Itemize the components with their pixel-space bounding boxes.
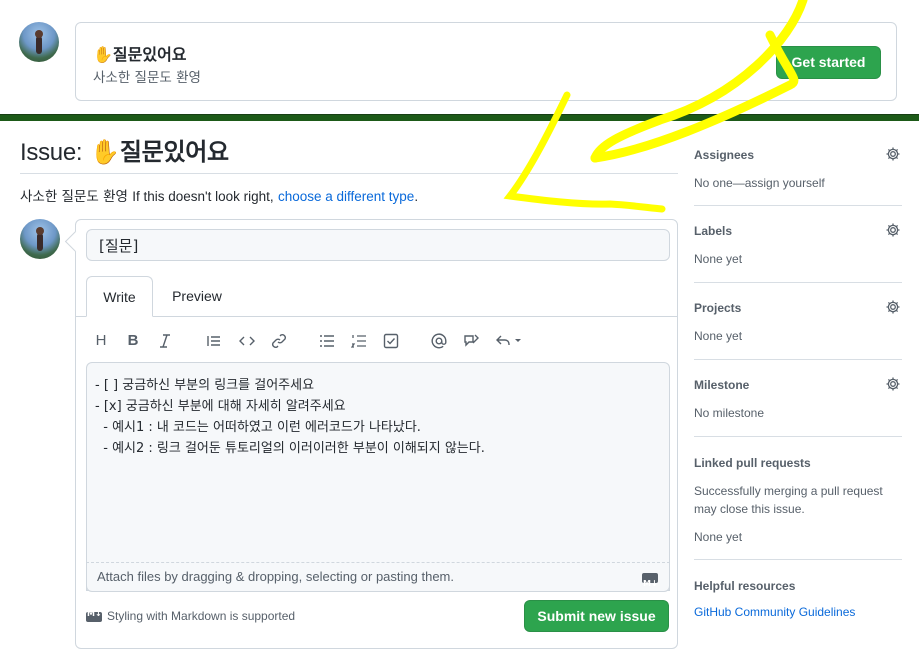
issue-body-textarea[interactable]: - [ ] 궁금하신 부분의 링크를 걸어주세요 - [x] 궁금하신 부분에 … (86, 362, 670, 591)
gear-icon[interactable] (885, 299, 901, 315)
linked-prs-desc-line: Successfully merging a pull request (694, 484, 883, 498)
period: . (414, 189, 419, 204)
sidebar-divider (694, 205, 902, 206)
user-avatar (19, 22, 59, 62)
milestone-heading: Milestone (694, 378, 750, 392)
numbered-list-icon[interactable] (349, 330, 369, 352)
sidebar-divider (694, 282, 902, 283)
body-line: - [ ] 궁금하신 부분의 링크를 걸어주세요 (95, 378, 315, 393)
body-line: - [x] 궁금하신 부분에 대해 자세히 알려주세요 (95, 399, 346, 414)
gear-icon[interactable] (885, 146, 901, 162)
issue-heading-name: ✋질문있어요 (90, 138, 229, 166)
milestone-value: No milestone (694, 406, 765, 420)
sidebar-labels: Labels None yet (694, 222, 902, 268)
sidebar-projects: Projects None yet (694, 299, 902, 345)
body-line: - 예시2 : 링크 걸어둔 튜토리얼의 이러이러한 부분이 이해되지 않는다. (95, 441, 485, 456)
title-divider (20, 173, 678, 174)
link-icon[interactable] (269, 330, 289, 352)
page-title: Issue: ✋질문있어요 (20, 132, 229, 167)
get-started-button[interactable]: Get started (776, 46, 881, 79)
italic-icon[interactable] (155, 330, 175, 352)
linked-prs-desc-line: may close this issue. (694, 502, 805, 516)
projects-heading: Projects (694, 301, 742, 315)
labels-value: None yet (694, 252, 743, 266)
new-issue-form: [질문] Write Preview H B - [] 궁금하신 부분의 링크… (75, 219, 678, 649)
markdown-note-text: Styling with Markdown is supported (107, 609, 296, 623)
linked-prs-heading: Linked pull requests (694, 456, 811, 470)
markdown-icon (642, 570, 658, 598)
issue-heading-prefix: Issue: (20, 139, 83, 166)
bold-icon[interactable]: B (123, 330, 143, 352)
sidebar-milestone: Milestone No milestone (694, 376, 902, 422)
sidebar-divider (694, 359, 902, 360)
issue-about-line: 사소한 질문도 환영 If this doesn't look right, c… (20, 185, 418, 205)
task-list-icon[interactable] (381, 330, 401, 352)
markdown-icon (86, 609, 102, 622)
gear-icon[interactable] (885, 376, 901, 392)
reply-icon[interactable] (493, 330, 525, 352)
sidebar-helpful-resources: Helpful resources GitHub Community Guide… (694, 579, 902, 619)
tabs-divider (76, 316, 677, 317)
issue-title-input[interactable]: [질문] (86, 229, 670, 261)
code-icon[interactable] (237, 330, 257, 352)
bulleted-list-icon[interactable] (317, 330, 337, 352)
choose-different-type-link[interactable]: choose a different type (278, 189, 414, 204)
markdown-note[interactable]: Styling with Markdown is supported (86, 609, 295, 623)
quote-icon[interactable] (204, 330, 224, 352)
attach-files-text: Attach files by dragging & dropping, sel… (97, 569, 454, 584)
attach-files-bar[interactable]: Attach files by dragging & dropping, sel… (86, 562, 670, 598)
divider-bar (0, 114, 919, 121)
template-description: 사소한 질문도 환영 (93, 70, 201, 86)
heading-icon[interactable]: H (91, 330, 111, 352)
linked-prs-value: None yet (694, 530, 743, 544)
linked-prs-description: Successfully merging a pull request may … (694, 482, 902, 518)
tab-write[interactable]: Write (86, 276, 153, 317)
helpful-resources-heading: Helpful resources (694, 579, 796, 593)
assignees-heading: Assignees (694, 148, 755, 162)
template-title: ✋질문있어요 (93, 45, 187, 64)
projects-value: None yet (694, 329, 743, 343)
sidebar-assignees: Assignees No one—assign yourself (694, 146, 902, 192)
mention-icon[interactable] (429, 330, 449, 352)
not-right-text: If this doesn't look right, (132, 189, 274, 204)
sidebar-linked-prs: Linked pull requests Successfully mergin… (694, 456, 902, 546)
sidebar-divider (694, 436, 902, 437)
sidebar-divider (694, 559, 902, 560)
issue-template-card: ✋질문있어요 사소한 질문도 환영 Get started (75, 22, 897, 101)
issue-about: 사소한 질문도 환영 (20, 189, 128, 205)
cross-reference-icon[interactable] (461, 330, 481, 352)
submit-new-issue-button[interactable]: Submit new issue (524, 600, 669, 632)
labels-heading: Labels (694, 224, 733, 238)
community-guidelines-link[interactable]: GitHub Community Guidelines (694, 605, 902, 619)
body-line: - 예시1 : 내 코드는 어떠하였고 이런 에러코드가 나타났다. (95, 420, 421, 435)
tab-preview[interactable]: Preview (162, 276, 232, 317)
gear-icon[interactable] (885, 222, 901, 238)
assignees-value[interactable]: No one—assign yourself (694, 174, 902, 192)
composer-avatar (20, 219, 60, 259)
